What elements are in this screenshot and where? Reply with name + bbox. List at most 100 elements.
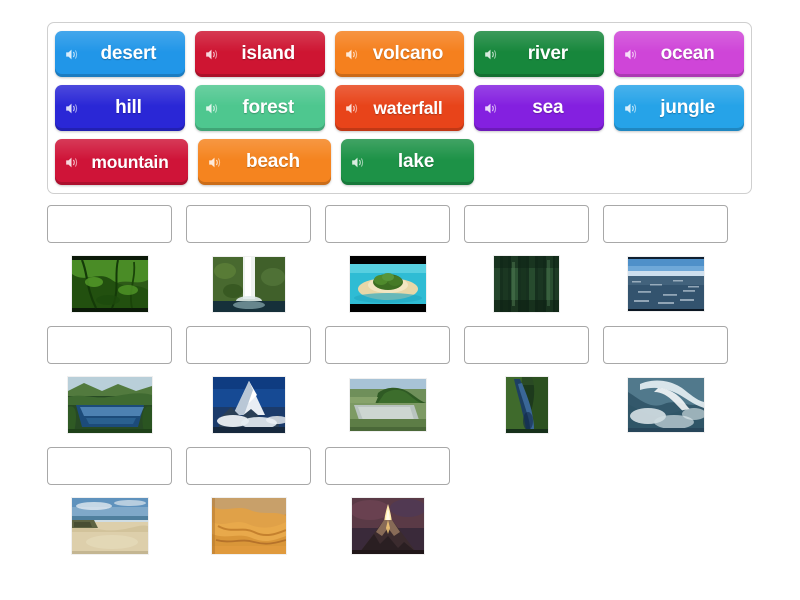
picture-frame: [71, 253, 148, 315]
picture-frame: [67, 374, 152, 436]
beach-photo: [71, 498, 148, 554]
dropzone-desert[interactable]: [186, 447, 311, 485]
dropzone-waterfall[interactable]: [186, 205, 311, 243]
word-tile-sea[interactable]: sea: [474, 85, 605, 131]
picture-frame: [212, 253, 285, 315]
speaker-icon[interactable]: [63, 46, 80, 63]
picture-frame: [505, 374, 548, 436]
picture-frame: [211, 495, 286, 557]
word-tile-label: mountain: [91, 151, 169, 172]
ocean-photo: [627, 257, 704, 311]
speaker-icon[interactable]: [482, 46, 499, 63]
word-tile-label: desert: [100, 43, 157, 64]
answer-cell: [325, 205, 450, 315]
dropzone-volcano[interactable]: [325, 447, 450, 485]
answer-row-3: [47, 447, 757, 557]
word-tile-beach[interactable]: beach: [198, 139, 331, 185]
word-tile-desert[interactable]: desert: [55, 31, 185, 77]
dropzone-jungle[interactable]: [47, 205, 172, 243]
word-tile-label: island: [241, 43, 296, 64]
speaker-icon[interactable]: [343, 100, 360, 117]
island-photo: [349, 256, 426, 312]
word-tile-forest[interactable]: forest: [194, 85, 325, 131]
mountain-photo: [212, 377, 285, 433]
word-tile-label: beach: [246, 151, 300, 172]
lake-photo: [67, 377, 152, 433]
answer-grid: [47, 205, 757, 568]
speaker-icon[interactable]: [63, 100, 80, 117]
word-tile-label: river: [527, 43, 568, 64]
word-tile-label: ocean: [660, 43, 715, 64]
picture-frame: [351, 495, 424, 557]
word-tile-waterfall[interactable]: waterfall: [334, 85, 465, 131]
speaker-icon[interactable]: [63, 154, 80, 171]
word-bank-row-3: mountain beach lake: [55, 139, 744, 185]
sea-photo: [627, 378, 704, 432]
speaker-icon[interactable]: [206, 154, 223, 171]
word-tile-label: forest: [242, 97, 294, 118]
dropzone-forest[interactable]: [464, 205, 589, 243]
word-tile-label: sea: [532, 97, 564, 118]
answer-cell: [603, 205, 728, 315]
word-tile-river[interactable]: river: [474, 31, 605, 77]
answer-cell: [186, 205, 311, 315]
dropzone-sea[interactable]: [603, 326, 728, 364]
word-tile-volcano[interactable]: volcano: [334, 31, 465, 77]
speaker-icon[interactable]: [482, 100, 499, 117]
answer-cell: [186, 447, 311, 557]
word-tile-ocean[interactable]: ocean: [614, 31, 744, 77]
speaker-icon[interactable]: [349, 154, 366, 171]
word-tile-lake[interactable]: lake: [341, 139, 474, 185]
answer-cell: [47, 447, 172, 557]
dropzone-beach[interactable]: [47, 447, 172, 485]
volcano-photo: [351, 498, 424, 554]
answer-cell: [47, 205, 172, 315]
dropzone-river[interactable]: [464, 326, 589, 364]
answer-row-2: [47, 326, 757, 436]
answer-cell: [186, 326, 311, 436]
word-tile-mountain[interactable]: mountain: [55, 139, 188, 185]
hill-photo: [349, 379, 426, 431]
word-tile-label: lake: [397, 151, 435, 172]
picture-frame: [349, 374, 426, 436]
answer-cell: [464, 205, 589, 315]
answer-row-1: [47, 205, 757, 315]
word-bank-row-1: desert island volcano river ocean: [55, 31, 744, 77]
dropzone-mountain[interactable]: [186, 326, 311, 364]
answer-cell: [325, 447, 450, 557]
speaker-icon[interactable]: [622, 46, 639, 63]
picture-frame: [212, 374, 285, 436]
picture-frame: [494, 253, 559, 315]
word-tile-jungle[interactable]: jungle: [614, 85, 744, 131]
forest-photo: [494, 256, 559, 312]
dropzone-ocean[interactable]: [603, 205, 728, 243]
picture-frame: [627, 253, 704, 315]
answer-cell: [325, 326, 450, 436]
word-tile-label: volcano: [372, 43, 444, 64]
word-tile-label: jungle: [660, 97, 715, 118]
desert-photo: [211, 498, 286, 554]
speaker-icon[interactable]: [622, 100, 639, 117]
answer-cell: [464, 326, 589, 436]
picture-frame: [627, 374, 704, 436]
speaker-icon[interactable]: [343, 46, 360, 63]
river-photo: [505, 377, 548, 433]
word-tile-label: waterfall: [373, 97, 443, 118]
dropzone-island[interactable]: [325, 205, 450, 243]
answer-cell: [603, 326, 728, 436]
word-tile-hill[interactable]: hill: [55, 85, 185, 131]
picture-frame: [71, 495, 148, 557]
activity-canvas: desert island volcano river ocean hill f…: [0, 0, 800, 600]
dropzone-hill[interactable]: [325, 326, 450, 364]
answer-cell: [47, 326, 172, 436]
speaker-icon[interactable]: [203, 46, 220, 63]
picture-frame: [349, 253, 426, 315]
speaker-icon[interactable]: [203, 100, 220, 117]
dropzone-lake[interactable]: [47, 326, 172, 364]
waterfall-photo: [212, 256, 285, 312]
word-tile-island[interactable]: island: [194, 31, 325, 77]
word-bank-row-2: hill forest waterfall sea jungle: [55, 85, 744, 131]
jungle-photo: [71, 256, 148, 312]
word-bank-panel: desert island volcano river ocean hill f…: [47, 22, 752, 194]
word-tile-label: hill: [115, 97, 142, 118]
